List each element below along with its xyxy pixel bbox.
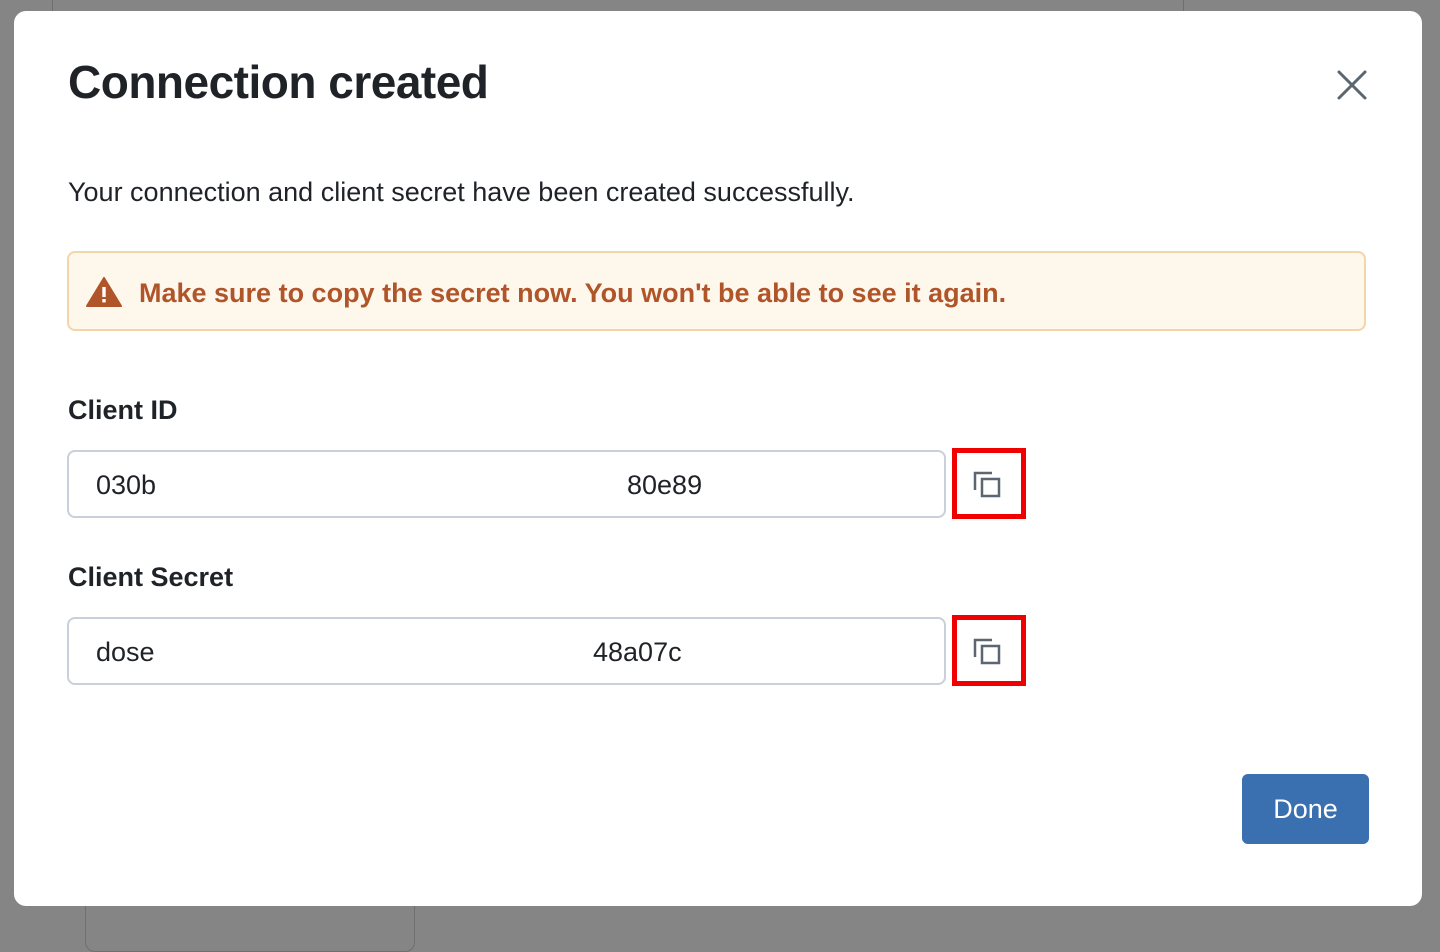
- client-id-field[interactable]: 030b 80e89: [67, 450, 946, 518]
- close-button[interactable]: [1332, 65, 1372, 105]
- client-id-value-start: 030b: [96, 470, 157, 500]
- client-secret-field[interactable]: dose 48a07c: [67, 617, 946, 685]
- client-id-label: Client ID: [68, 395, 178, 425]
- client-secret-value-start: dose: [96, 637, 154, 667]
- done-button[interactable]: Done: [1242, 774, 1369, 844]
- client-secret-label: Client Secret: [68, 562, 234, 592]
- connection-created-dialog: Connection created Your connection and c…: [14, 11, 1422, 906]
- copy-icon: [973, 471, 1001, 497]
- warning-icon: [86, 277, 122, 307]
- close-icon: [1337, 70, 1367, 100]
- copy-icon: [973, 638, 1001, 664]
- dialog-description: Your connection and client secret have b…: [68, 177, 855, 207]
- copy-client-secret-button[interactable]: [952, 615, 1026, 686]
- dialog-title: Connection created: [68, 56, 489, 108]
- client-id-value-end: 80e89: [627, 470, 703, 500]
- client-secret-value-end: 48a07c: [593, 637, 682, 667]
- warning-text: Make sure to copy the secret now. You wo…: [139, 278, 1007, 308]
- warning-alert: Make sure to copy the secret now. You wo…: [67, 251, 1366, 331]
- copy-client-id-button[interactable]: [952, 448, 1026, 519]
